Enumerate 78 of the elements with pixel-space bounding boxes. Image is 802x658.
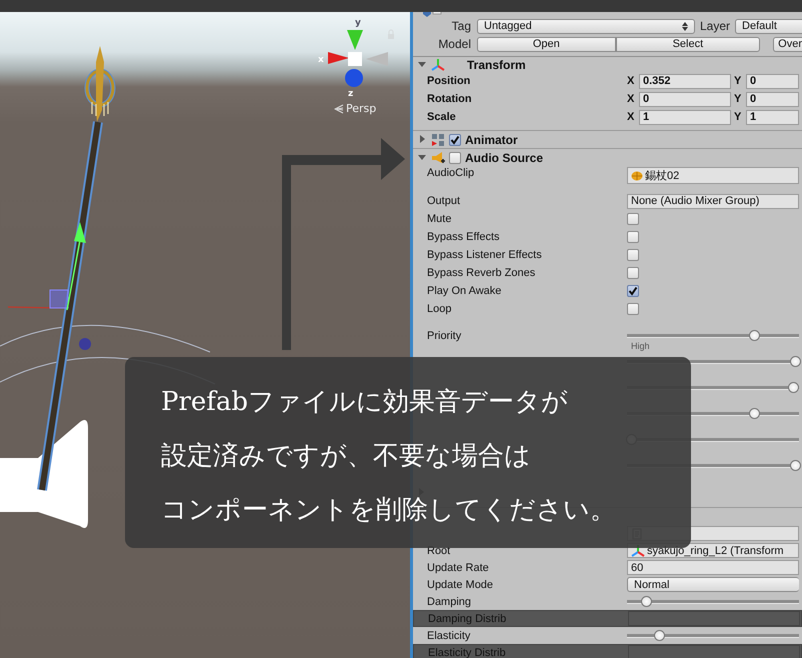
field-label: Mute [427,213,452,225]
number-field[interactable]: 0 [746,92,799,106]
model-button[interactable]: Over [773,36,802,52]
slider-thumb[interactable] [654,630,665,640]
field-label: AudioClip [427,167,476,179]
dropdown[interactable]: Normal [627,577,799,592]
animator-icon [431,132,445,146]
number-field[interactable]: 0 [746,74,799,88]
slider[interactable]: High [627,327,799,353]
curve-field[interactable] [628,645,800,658]
component-title[interactable]: Audio Source [465,150,544,164]
component-title[interactable]: Transform [467,58,526,72]
slider-thumb[interactable] [790,460,801,471]
object-field[interactable]: None (Audio Mixer Group) [627,194,799,208]
field-label: Root [427,544,452,556]
field-label: Damping [427,596,472,608]
caption-text: Prefabファイルに効果音データが 設定済みですが、不要な場合は コンポーネントを削除してください。 [161,386,616,527]
field-label: Output [427,195,462,207]
slider-caption: High [631,341,650,351]
number-field[interactable]: 1 [639,110,731,124]
tag-dropdown[interactable]: Untagged [477,18,695,34]
number-field[interactable]: 0.352 [639,74,731,88]
slider-thumb[interactable] [640,596,652,606]
layer-label: Layer [700,19,730,33]
tag-label: Tag [450,19,471,33]
enable-checkbox[interactable] [449,134,461,146]
perspective-icon [334,104,344,114]
text-field[interactable]: 60 [627,560,799,575]
checkbox[interactable] [627,267,639,279]
axis-label: Y [734,75,742,87]
field-label: Priority [427,329,462,344]
model-button[interactable]: Open [477,36,616,52]
axis-label: X [627,75,636,87]
slider-thumb[interactable] [749,330,760,341]
axis-label: x [318,55,324,65]
axis-label: X [627,111,636,123]
slider-thumb[interactable] [749,408,760,419]
field-label: Loop [427,303,452,315]
axis-label: Y [734,93,742,105]
model-button[interactable]: Select [616,36,760,52]
number-field[interactable]: 1 [746,110,799,124]
axis-label: y [355,18,361,28]
speaker-icon [431,150,445,164]
slider-thumb[interactable] [790,356,801,367]
field-label: Scale [427,111,457,123]
axes-icon [431,58,445,72]
curve-field[interactable] [628,611,800,626]
speaker-icon [0,420,88,528]
orientation-gizmo[interactable] [328,30,388,87]
checkbox[interactable] [627,303,639,315]
field-label: Damping Distrib [428,612,508,624]
field-label: Rotation [427,93,473,105]
field-label: Bypass Listener Effects [427,249,543,261]
model-label: Model [437,37,471,51]
field-label: Update Rate [427,562,490,574]
projection-label[interactable]: Persp [346,102,376,115]
layer-dropdown[interactable]: Default [735,18,802,34]
audio-clip-icon [631,170,643,182]
field-label: Play On Awake [427,285,502,297]
checkbox[interactable] [627,285,639,297]
field-label: Bypass Effects [427,231,501,243]
field-label: Elasticity [427,630,472,642]
axis-label: Y [734,111,742,123]
enable-checkbox[interactable] [449,152,461,164]
field-label: Position [427,75,472,87]
slider-thumb[interactable] [788,382,800,393]
object-field[interactable]: 錫杖02 [627,167,799,184]
updown-icon [682,22,688,30]
number-field[interactable]: 0 [639,92,731,106]
checkbox[interactable] [627,231,639,243]
field-label: Bypass Reverb Zones [427,267,536,279]
axis-label: z [348,89,354,99]
field-label: Update Mode [427,578,494,590]
component-title[interactable]: Animator [465,132,518,146]
checkbox[interactable] [627,249,639,261]
checkbox[interactable] [627,213,639,225]
field-label: Elasticity Distrib [428,646,507,658]
axis-label: X [627,93,636,105]
